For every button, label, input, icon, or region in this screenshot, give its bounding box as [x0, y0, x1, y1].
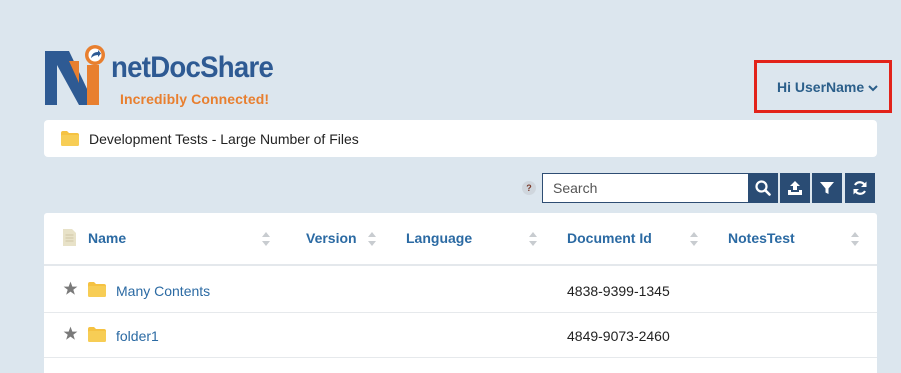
- netdocshare-logo-icon: [45, 45, 105, 105]
- search-button[interactable]: [748, 173, 778, 203]
- table-row[interactable]: folder1 4849-9073-2460: [44, 313, 877, 358]
- search-input[interactable]: [542, 173, 749, 203]
- row-document-id: 4838-9399-1345: [567, 283, 670, 299]
- folder-icon: [61, 131, 79, 146]
- upload-icon: [788, 181, 802, 195]
- filter-icon: [820, 182, 834, 194]
- sort-icon[interactable]: [850, 231, 860, 247]
- column-header-name[interactable]: Name: [88, 230, 126, 246]
- column-header-version[interactable]: Version: [306, 230, 357, 246]
- column-header-notestest[interactable]: NotesTest: [728, 230, 795, 246]
- logo-wordmark: netDocShare: [111, 51, 274, 84]
- refresh-icon: [853, 181, 867, 195]
- sort-icon[interactable]: [367, 231, 377, 247]
- star-icon[interactable]: [63, 326, 78, 341]
- row-name-link[interactable]: Many Contents: [116, 283, 210, 299]
- folder-icon: [88, 327, 106, 342]
- column-header-document-id[interactable]: Document Id: [567, 230, 652, 246]
- refresh-button[interactable]: [845, 173, 875, 203]
- star-icon[interactable]: [63, 281, 78, 296]
- filter-button[interactable]: [812, 173, 842, 203]
- search-icon: [755, 180, 771, 196]
- document-icon: [63, 229, 76, 246]
- table-row[interactable]: Many Contents 4838-9399-1345: [44, 268, 877, 313]
- logo-tagline: Incredibly Connected!: [120, 91, 270, 107]
- chevron-down-icon: [868, 85, 878, 92]
- breadcrumb: Development Tests - Large Number of File…: [44, 120, 877, 157]
- sort-icon[interactable]: [528, 231, 538, 247]
- documents-table: Name Version Language Document Id NotesT…: [44, 213, 877, 373]
- row-document-id: 4849-9073-2460: [567, 328, 670, 344]
- breadcrumb-folder-name: Development Tests - Large Number of File…: [89, 130, 359, 147]
- user-menu-dropdown[interactable]: Hi UserName: [754, 60, 892, 113]
- table-header: Name Version Language Document Id NotesT…: [44, 213, 877, 266]
- help-icon[interactable]: ?: [522, 181, 536, 195]
- row-name-link[interactable]: folder1: [116, 328, 159, 344]
- column-header-language[interactable]: Language: [406, 230, 472, 246]
- upload-button[interactable]: [780, 173, 810, 203]
- user-greeting: Hi UserName: [777, 78, 865, 95]
- app-logo[interactable]: netDocShare Incredibly Connected!: [43, 43, 274, 109]
- folder-icon: [88, 282, 106, 297]
- sort-icon[interactable]: [689, 231, 699, 247]
- sort-icon[interactable]: [261, 231, 271, 247]
